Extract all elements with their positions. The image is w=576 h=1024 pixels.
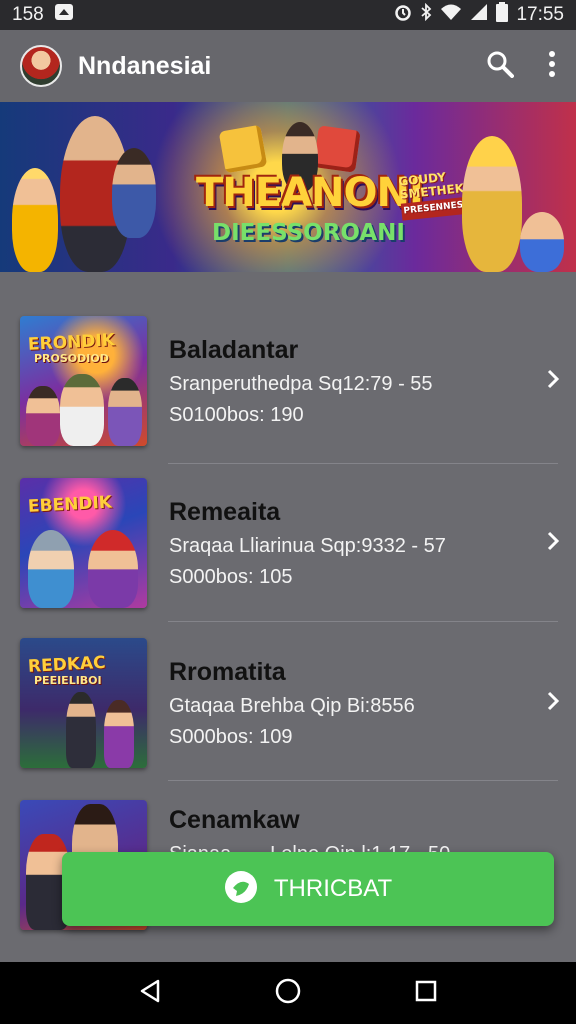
- search-icon[interactable]: [486, 50, 514, 83]
- alarm-icon: [394, 3, 412, 27]
- promo-banner[interactable]: THEANONI DIEESSOROANI GOUDY SMETHEK PRES…: [0, 102, 576, 272]
- list-divider: [168, 463, 558, 464]
- item-title: Baladantar: [169, 335, 299, 364]
- home-icon[interactable]: [275, 978, 301, 1009]
- more-vert-icon[interactable]: [548, 50, 556, 82]
- signal-icon: [470, 3, 488, 27]
- bluetooth-icon: [420, 2, 432, 27]
- chat-bubble-icon: [224, 870, 258, 909]
- item-count: S000bos: 105: [169, 565, 293, 588]
- status-time: 17:55: [516, 4, 564, 25]
- thumbnail-character-left: [66, 692, 96, 768]
- banner-character-left: [12, 168, 58, 272]
- chevron-right-icon[interactable]: [546, 530, 560, 557]
- thumbnail-title: REDKAC: [27, 652, 107, 677]
- app-title: Nndanesiai: [78, 51, 212, 80]
- recents-icon[interactable]: [415, 980, 437, 1007]
- dice-icon-red: [313, 125, 361, 173]
- chevron-right-icon[interactable]: [546, 690, 560, 717]
- avatar[interactable]: [20, 45, 62, 87]
- banner-character-small: [520, 212, 564, 272]
- thumbnail-character-right: [88, 530, 138, 608]
- item-detail: Sranperuthedpa Sq12:79 - 55: [169, 372, 433, 395]
- list-item[interactable]: REDKAC PEEIELIBOI Rromatita Gtaqaa Brehb…: [20, 638, 560, 768]
- status-bar: 158 17:55: [0, 0, 576, 30]
- item-title: Cenamkaw: [169, 806, 300, 834]
- list-item[interactable]: ERONDIK PROSODIOD Baladantar Sranperuthe…: [20, 316, 560, 446]
- list-item[interactable]: EBENDIK Remeaita Sraqaa Lliarinua Sqp:93…: [20, 478, 560, 608]
- item-title: Remeaita: [169, 497, 281, 526]
- thumbnail-character-left: [26, 386, 60, 446]
- item-detail: Gtaqaa Brehba Qip Bi:8556: [169, 694, 415, 717]
- thumbnail-character-left: [28, 530, 74, 608]
- thumbnail-character: [60, 374, 104, 446]
- banner-character-right: [112, 148, 156, 238]
- app-bar: Nndanesiai: [0, 30, 576, 102]
- item-count: S000bos: 109: [169, 725, 293, 748]
- banner-title: THEANONI: [196, 170, 424, 216]
- chevron-right-icon[interactable]: [546, 368, 560, 395]
- notification-icon: [54, 3, 74, 27]
- chat-button-label: THRICBAT: [273, 875, 393, 902]
- thumbnail-character-right: [104, 700, 134, 768]
- thumbnail-title: ERONDIK: [27, 330, 116, 355]
- wifi-icon: [440, 3, 462, 27]
- game-thumbnail: REDKAC PEEIELIBOI: [20, 638, 147, 768]
- game-thumbnail: ERONDIK PROSODIOD: [20, 316, 147, 446]
- item-count: S0100bos: 190: [169, 403, 304, 426]
- thumbnail-subtitle: PROSODIOD: [34, 352, 109, 365]
- chat-button[interactable]: THRICBAT: [62, 852, 554, 926]
- item-title: Rromatita: [169, 657, 286, 686]
- game-thumbnail: EBENDIK: [20, 478, 147, 608]
- thumbnail-character-right: [108, 378, 142, 446]
- item-detail: Sraqaa Lliarinua Sqp:9332 - 57: [169, 534, 446, 557]
- dice-icon: [218, 124, 268, 174]
- thumbnail-subtitle: PEEIELIBOI: [34, 674, 102, 687]
- status-left-text: 158: [12, 4, 44, 25]
- back-icon[interactable]: [139, 979, 161, 1008]
- thumbnail-title: EBENDIK: [27, 492, 113, 517]
- banner-character-blonde: [462, 136, 522, 272]
- banner-subtitle: DIEESSOROANI: [212, 220, 405, 246]
- battery-icon: [496, 2, 509, 28]
- list-divider: [168, 621, 558, 622]
- list-divider: [168, 780, 558, 781]
- system-nav-bar: [0, 962, 576, 1024]
